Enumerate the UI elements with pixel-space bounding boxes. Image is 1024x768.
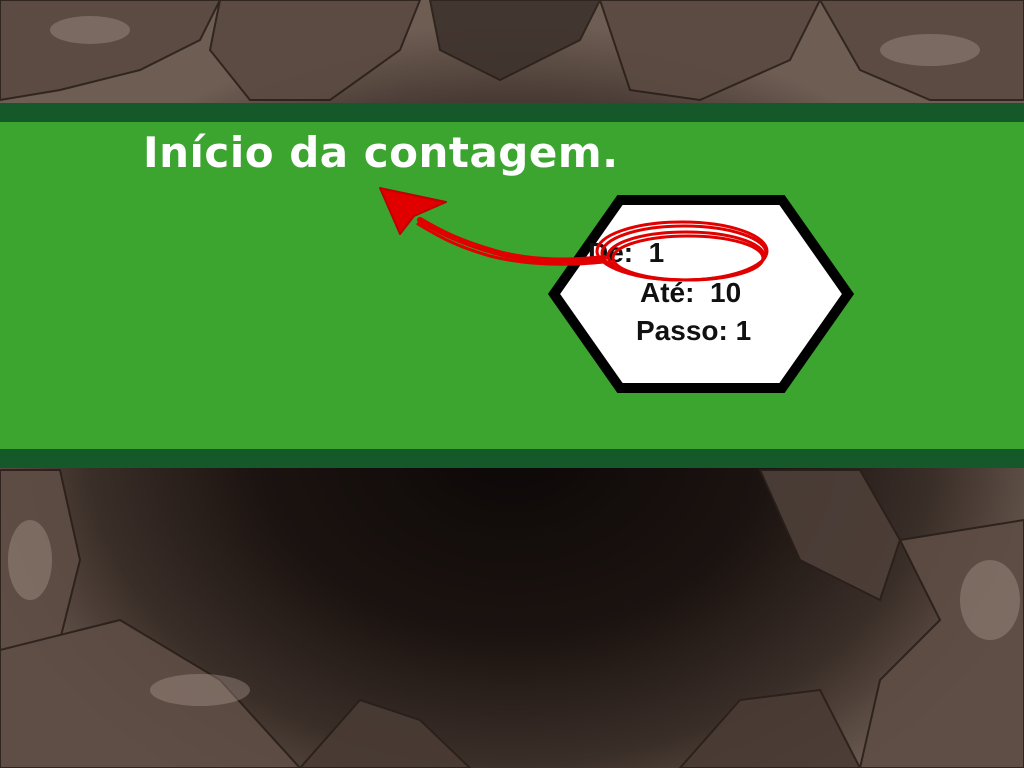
counter-step-label: Passo: 1 xyxy=(636,315,752,346)
counter-from-label: De: 1 xyxy=(588,237,665,268)
banner-top-edge xyxy=(0,103,1024,122)
counter-to-label: Até: 10 xyxy=(640,277,742,308)
counter-hexagon: De: 1 Até: 10 Passo: 1 xyxy=(547,195,855,393)
message-heading: Início da contagem. xyxy=(143,128,619,177)
banner-bottom-edge xyxy=(0,449,1024,468)
